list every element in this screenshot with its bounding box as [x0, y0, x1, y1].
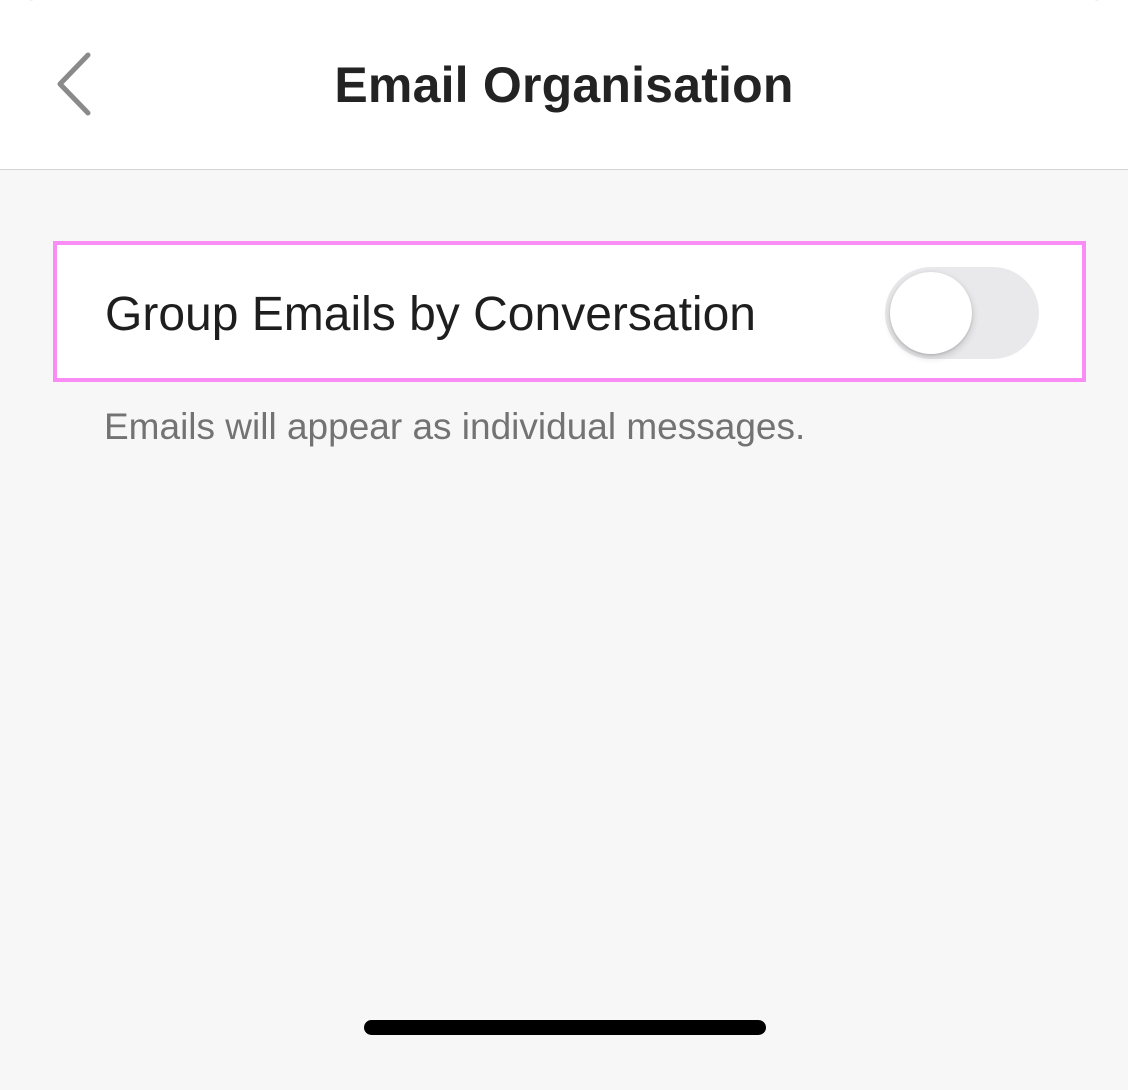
group-by-conversation-row[interactable]: Group Emails by Conversation — [53, 241, 1086, 382]
group-by-conversation-toggle[interactable] — [885, 267, 1039, 359]
toggle-knob — [890, 272, 972, 354]
settings-screen: Email Organisation Group Emails by Conve… — [0, 0, 1128, 1090]
navigation-bar: Email Organisation — [0, 0, 1128, 170]
helper-text: Emails will appear as individual message… — [104, 406, 806, 447]
page-title: Email Organisation — [334, 57, 794, 113]
group-by-conversation-label: Group Emails by Conversation — [105, 288, 756, 341]
home-indicator — [364, 1020, 766, 1035]
